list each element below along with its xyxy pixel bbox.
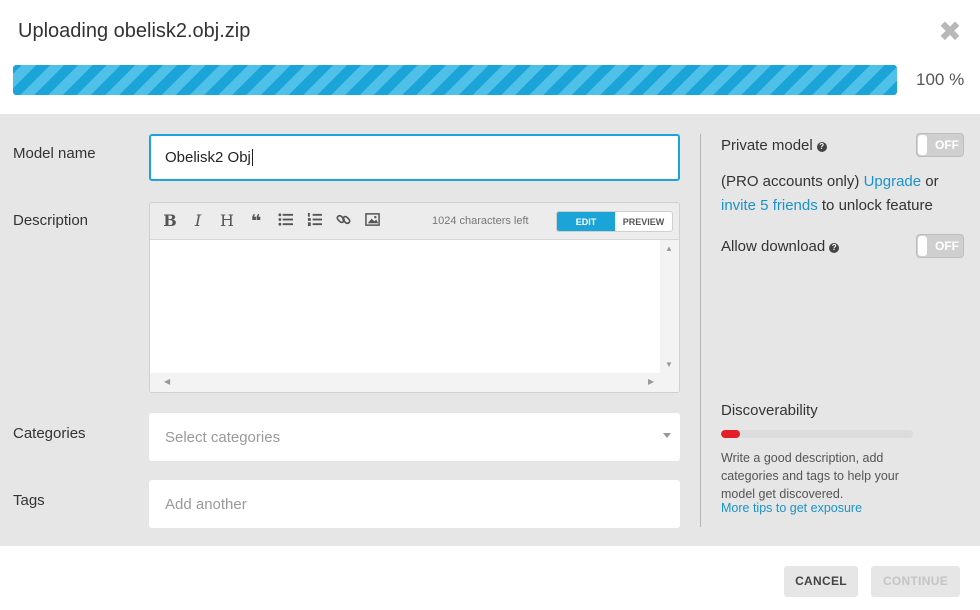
model-name-input[interactable]: Obelisk2 Obj [149, 134, 680, 181]
description-textarea[interactable] [150, 240, 663, 373]
numbered-list-icon[interactable] [304, 212, 324, 230]
categories-select[interactable]: Select categories [149, 413, 680, 461]
scroll-left-icon[interactable]: ◀ [164, 377, 170, 386]
bulleted-list-icon[interactable] [275, 212, 295, 230]
allow-download-text: Allow download [721, 238, 826, 255]
categories-placeholder: Select categories [165, 428, 281, 446]
tags-label: Tags [13, 492, 45, 509]
editor-toolbar: B I H ❝ 1024 characters left EDIT PREVIE… [150, 203, 679, 240]
pro-note-or: or [921, 173, 939, 190]
image-icon[interactable] [362, 212, 382, 230]
dialog-body: Model name Obelisk2 Obj Description B I … [0, 114, 980, 546]
help-icon[interactable]: ? [829, 243, 840, 253]
vertical-divider [700, 134, 701, 527]
dialog-footer: CANCEL CONTINUE [0, 546, 980, 610]
tags-placeholder: Add another [165, 495, 247, 513]
upload-progress-percent: 100 % [916, 70, 965, 89]
continue-button[interactable]: CONTINUE [871, 566, 960, 597]
toggle-state: OFF [935, 239, 959, 253]
model-name-value: Obelisk2 Obj [165, 149, 251, 166]
description-editor: B I H ❝ 1024 characters left EDIT PREVIE… [149, 202, 680, 393]
chevron-down-icon [663, 433, 671, 438]
scroll-up-icon[interactable]: ▲ [665, 244, 673, 253]
scroll-right-icon[interactable]: ▶ [648, 377, 654, 386]
link-icon[interactable] [333, 212, 353, 230]
pro-note-after: to unlock feature [817, 197, 933, 214]
scroll-down-icon[interactable]: ▼ [665, 360, 673, 369]
tags-input[interactable]: Add another [149, 480, 680, 528]
discoverability-fill [721, 430, 741, 438]
dialog-title: Uploading obelisk2.obj.zip [18, 20, 251, 42]
quote-icon[interactable]: ❝ [246, 212, 266, 230]
discoverability-meter [721, 430, 913, 438]
dialog-header: Uploading obelisk2.obj.zip ✖ 100 % [0, 0, 980, 114]
preview-mode-button[interactable]: PREVIEW [615, 212, 672, 231]
help-icon[interactable]: ? [816, 142, 827, 152]
categories-label: Categories [13, 425, 86, 442]
allow-download-label: Allow download? [721, 238, 840, 255]
toggle-state: OFF [935, 138, 959, 152]
invite-friends-link[interactable]: invite 5 friends [721, 197, 818, 214]
editor-horizontal-scrollbar[interactable]: ◀ ▶ [150, 373, 679, 392]
private-model-label: Private model? [721, 137, 827, 154]
allow-download-toggle[interactable]: OFF [916, 234, 964, 258]
editor-vertical-scrollbar[interactable]: ▲ ▼ [660, 240, 679, 373]
private-model-toggle[interactable]: OFF [916, 133, 964, 157]
upload-progress-fill [13, 65, 897, 95]
italic-icon[interactable]: I [188, 212, 208, 230]
pro-accounts-note: (PRO accounts only) Upgrade or invite 5 f… [721, 170, 971, 218]
upgrade-link[interactable]: Upgrade [864, 173, 922, 190]
description-label: Description [13, 212, 89, 229]
pro-note-text: (PRO accounts only) [721, 173, 864, 190]
bold-icon[interactable]: B [160, 212, 180, 230]
cancel-button[interactable]: CANCEL [784, 566, 858, 597]
upload-progress-bar [13, 65, 897, 95]
editor-mode-switch: EDIT PREVIEW [556, 211, 673, 232]
discoverability-hint: Write a good description, add categories… [721, 451, 899, 501]
text-caret [251, 149, 253, 166]
private-model-text: Private model [721, 137, 813, 154]
toggle-knob [918, 236, 927, 256]
discoverability-label: Discoverability [721, 402, 818, 419]
model-name-label: Model name [13, 145, 96, 162]
edit-mode-button[interactable]: EDIT [557, 212, 615, 231]
heading-icon[interactable]: H [217, 212, 237, 230]
exposure-tips-link[interactable]: More tips to get exposure [721, 501, 862, 515]
toggle-knob [918, 135, 927, 155]
close-icon[interactable]: ✖ [938, 18, 962, 46]
characters-left: 1024 characters left [432, 215, 529, 227]
